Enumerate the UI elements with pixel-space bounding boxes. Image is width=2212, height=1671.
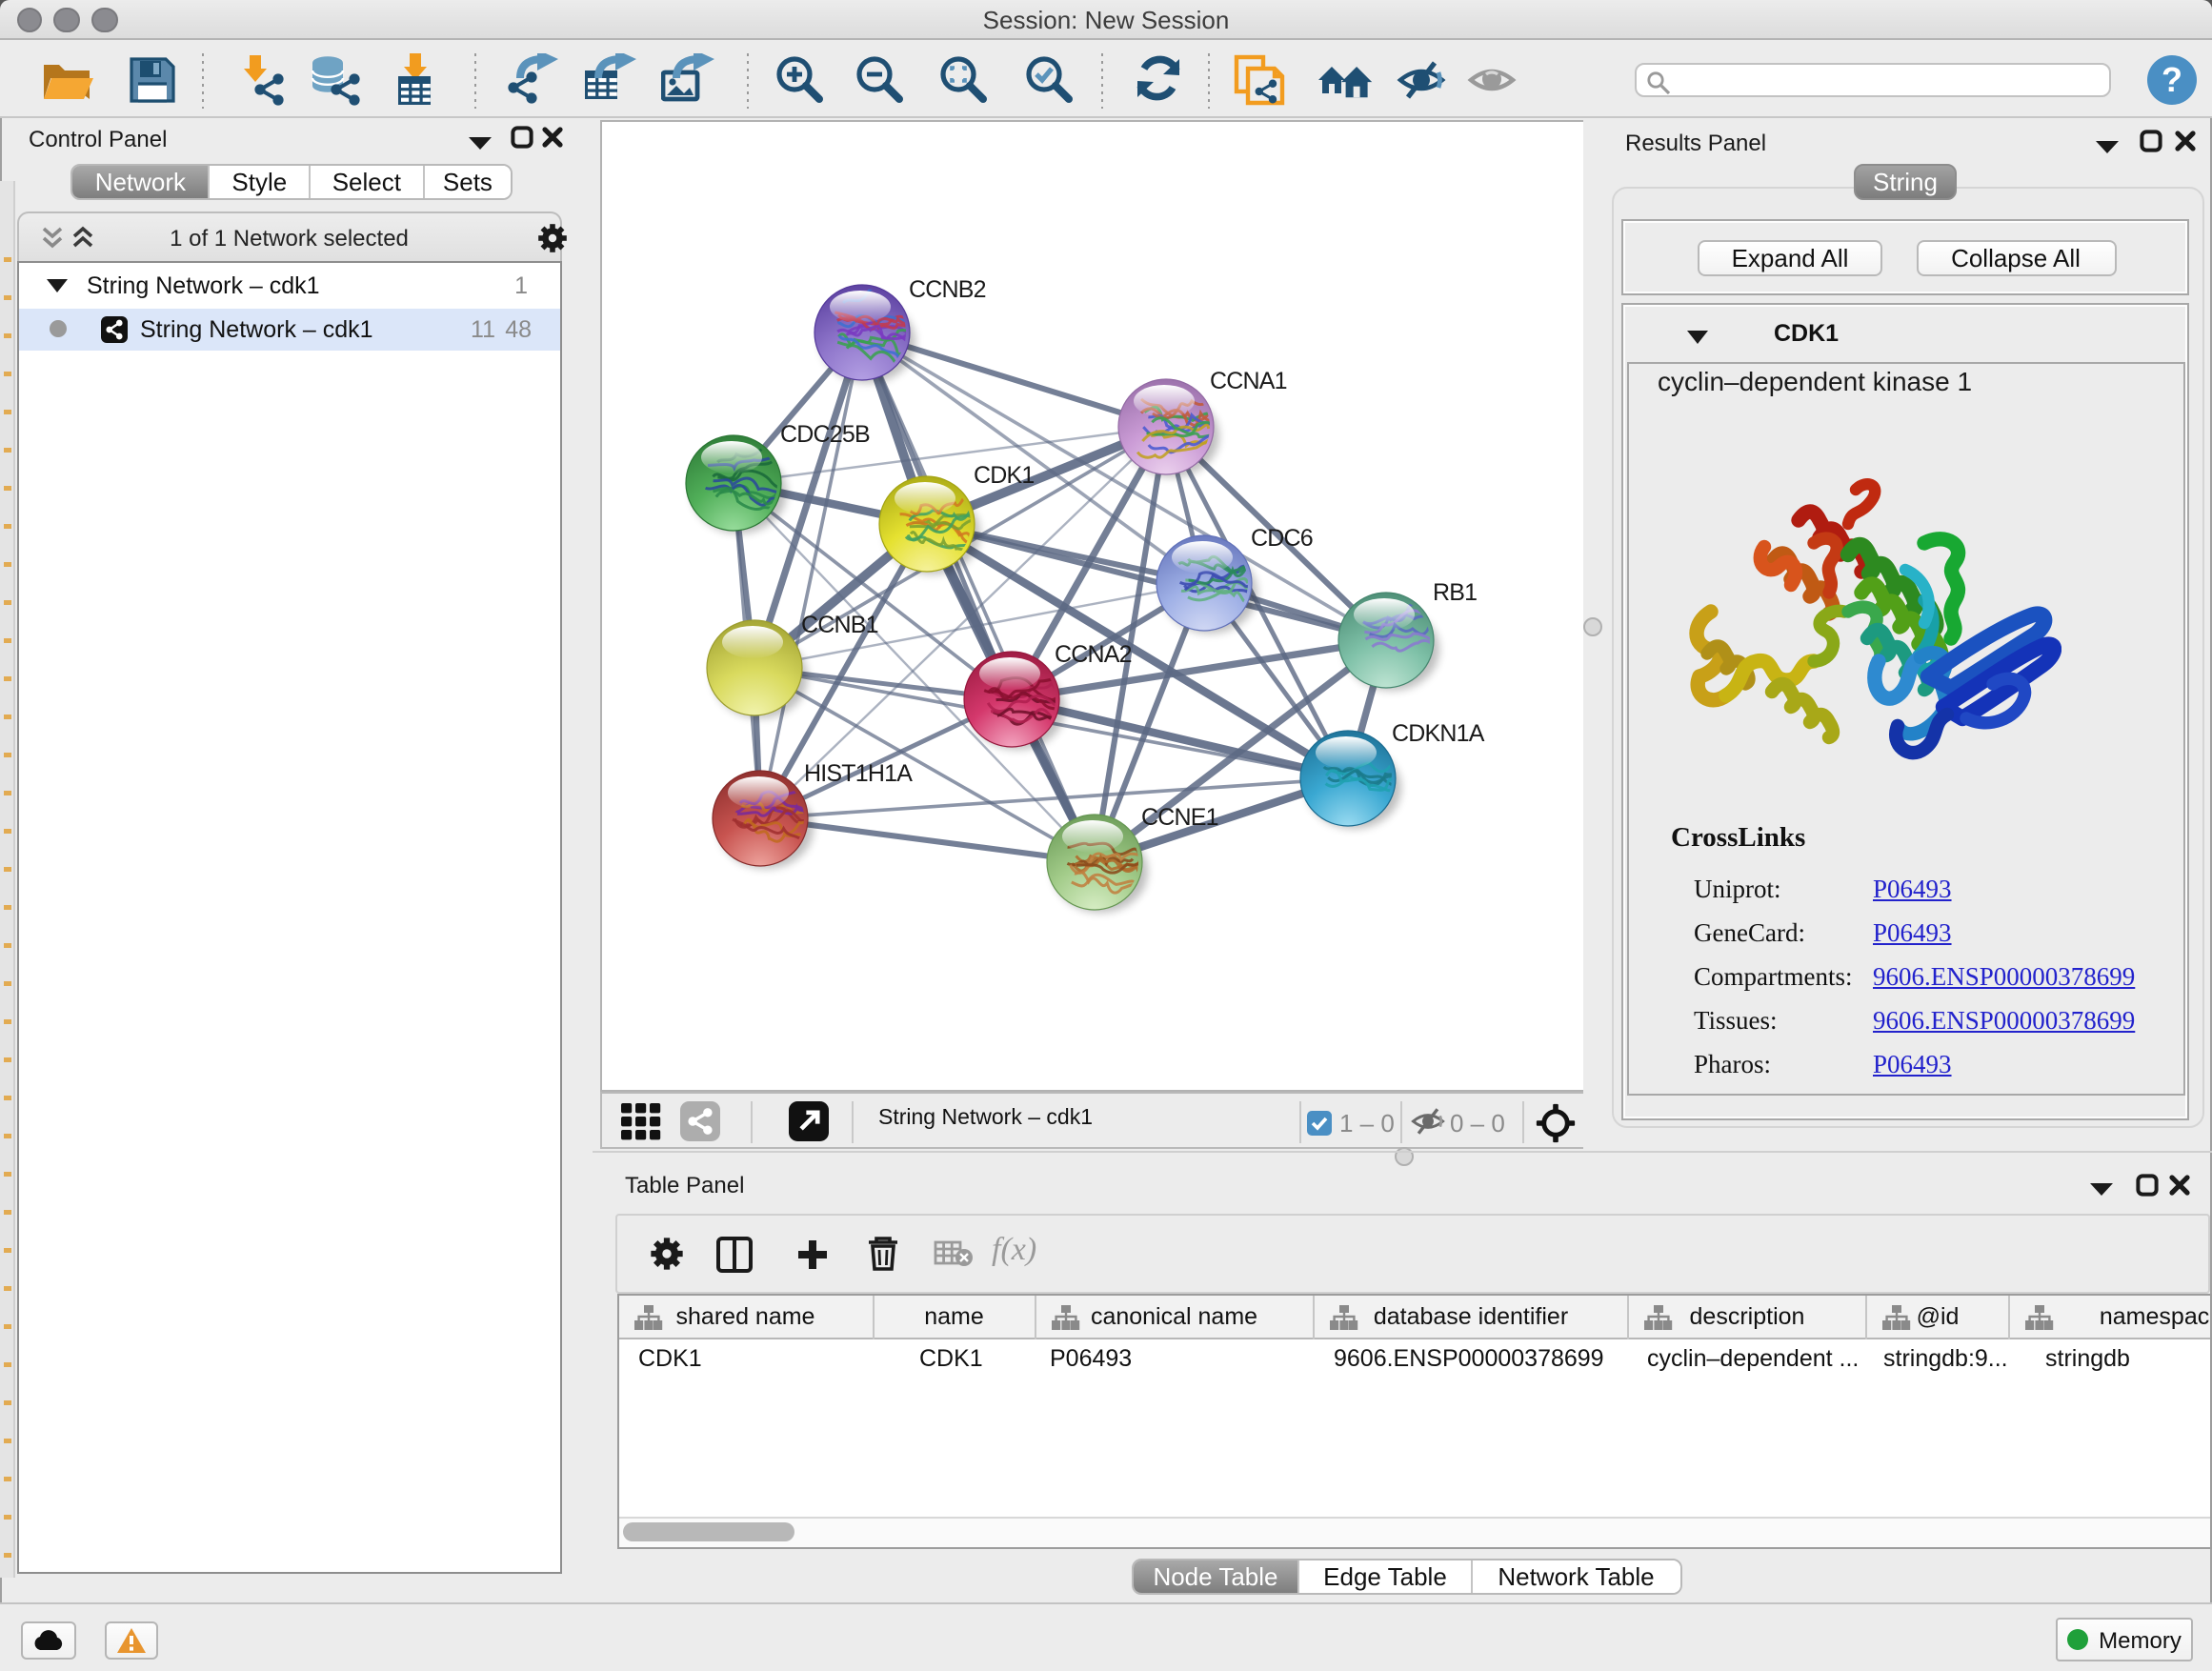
svg-text:HIST1H1A: HIST1H1A — [804, 759, 913, 786]
svg-text:RB1: RB1 — [1433, 578, 1477, 605]
svg-text:CCNE1: CCNE1 — [1141, 803, 1218, 830]
svg-text:CDC25B: CDC25B — [780, 420, 870, 447]
svg-text:CCNB1: CCNB1 — [801, 611, 878, 637]
svg-text:?: ? — [2162, 59, 2182, 98]
svg-text:CCNB2: CCNB2 — [909, 275, 986, 302]
svg-text:CCNA2: CCNA2 — [1055, 640, 1132, 667]
svg-text:CDC6: CDC6 — [1251, 524, 1313, 551]
svg-text:CDK1: CDK1 — [974, 461, 1035, 488]
svg-text:CDKN1A: CDKN1A — [1392, 719, 1485, 746]
svg-text:CCNA1: CCNA1 — [1210, 367, 1287, 393]
